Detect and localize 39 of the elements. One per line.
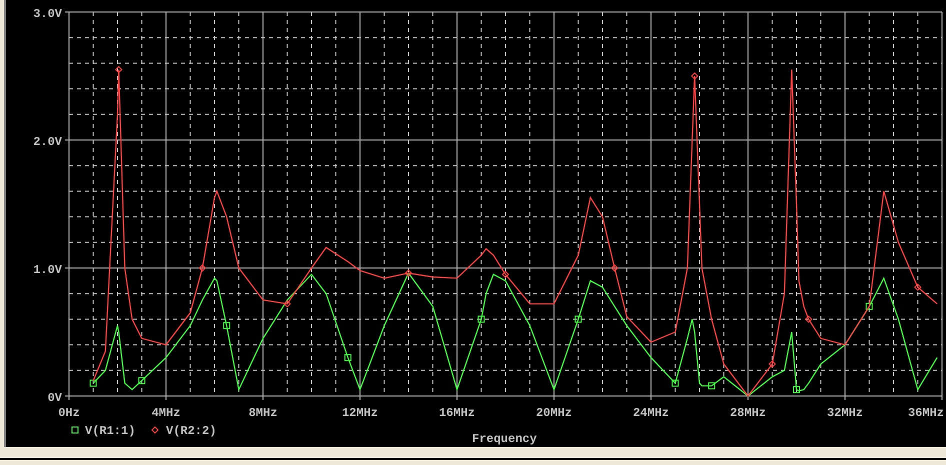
tick-label: 24MHz — [633, 406, 669, 420]
diamond-marker — [198, 264, 206, 272]
square-marker — [90, 380, 97, 387]
square-marker — [708, 382, 716, 390]
tick-label: 12MHz — [342, 406, 378, 420]
tick-label: 2.0V — [33, 135, 62, 149]
tick-label: 32MHz — [827, 406, 863, 420]
diamond-marker — [502, 270, 510, 278]
diamond-marker — [404, 269, 412, 277]
square-marker — [793, 386, 800, 394]
tick-label: 3.0V — [33, 7, 62, 21]
tick-label: 20MHz — [536, 406, 572, 420]
diamond-marker — [804, 316, 812, 323]
tick-label: 8MHz — [248, 406, 278, 420]
diamond-marker — [115, 66, 122, 74]
square-marker — [138, 377, 146, 384]
diamond-icon — [151, 426, 159, 434]
tick-label: 16MHz — [439, 406, 475, 420]
square-marker — [344, 354, 352, 362]
tick-label: 0Hz — [58, 406, 80, 420]
tick-label: 36MHz — [908, 406, 944, 420]
square-marker — [478, 316, 485, 323]
square-marker — [866, 302, 873, 310]
diamond-marker — [768, 360, 776, 368]
tick-label: 1.0V — [33, 263, 62, 277]
square-marker — [574, 316, 582, 323]
tick-label: 28MHz — [730, 406, 766, 420]
square-icon — [72, 426, 78, 434]
diamond-marker — [914, 284, 922, 291]
axis-title: Frequency — [472, 432, 537, 446]
square-marker — [672, 380, 679, 387]
square-marker — [223, 322, 230, 330]
diamond-marker — [690, 72, 698, 80]
legend-label: V(R2:2) — [166, 424, 216, 438]
tick-label: 0V — [48, 391, 62, 405]
legend-label: V(R1:1) — [85, 424, 136, 438]
diamond-marker — [610, 264, 618, 272]
tick-label: 4MHz — [152, 406, 180, 420]
diamond-marker — [284, 300, 291, 308]
